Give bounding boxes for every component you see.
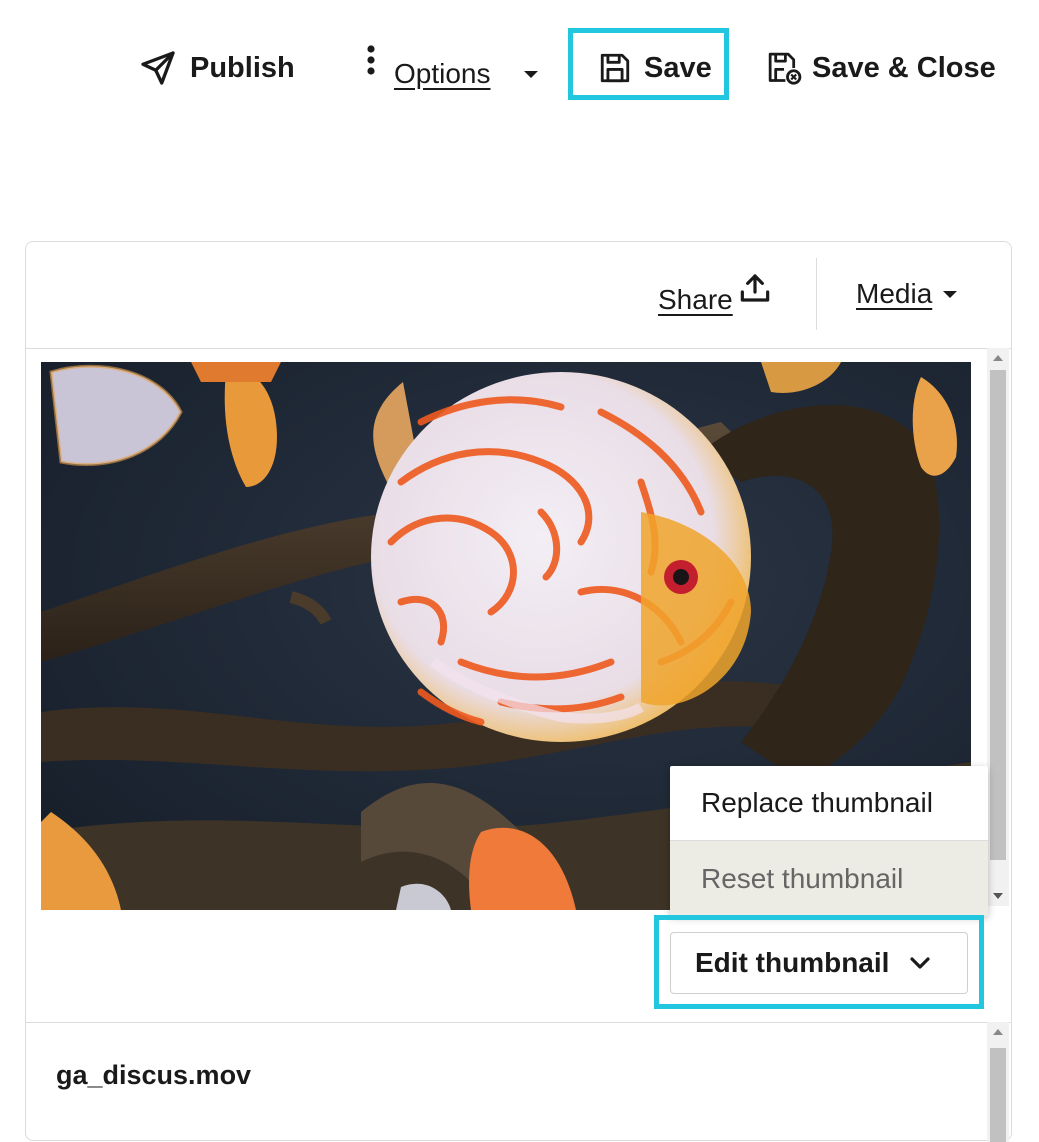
publish-label: Publish <box>190 51 295 84</box>
upload-icon <box>739 272 771 304</box>
save-icon <box>598 51 632 85</box>
editor-toolbar: Publish Options Save Save & Close <box>0 0 1039 130</box>
media-panel-header: Share Media <box>26 242 1011 349</box>
media-label: Media <box>856 278 933 309</box>
save-label: Save <box>644 51 712 84</box>
edit-thumbnail-label: Edit thumbnail <box>695 947 890 978</box>
file-name: ga_discus.mov <box>56 1060 252 1090</box>
options-label: Options <box>394 58 491 89</box>
caret-down-icon <box>942 290 958 300</box>
scrollbar-thumb[interactable] <box>990 1048 1006 1142</box>
media-panel: Share Media Replace thumbnail Reset thum… <box>25 241 1012 1142</box>
chevron-down-icon <box>909 956 931 970</box>
scroll-down-icon[interactable] <box>992 892 1004 900</box>
file-scrollbar[interactable] <box>987 1022 1009 1142</box>
save-close-icon <box>766 50 802 86</box>
send-icon <box>140 50 176 86</box>
header-divider <box>816 258 817 330</box>
save-button[interactable]: Save <box>598 48 712 88</box>
share-link[interactable]: Share <box>658 272 771 316</box>
thumbnail-scrollbar[interactable] <box>987 348 1009 906</box>
file-separator <box>26 1022 1011 1023</box>
save-close-label: Save & Close <box>812 51 996 84</box>
save-close-button[interactable]: Save & Close <box>766 48 996 88</box>
thumbnail-menu: Replace thumbnail Reset thumbnail <box>670 766 988 916</box>
more-vertical-icon <box>360 44 382 84</box>
edit-thumbnail-button[interactable]: Edit thumbnail <box>670 932 968 994</box>
scroll-up-icon[interactable] <box>992 1028 1004 1036</box>
scrollbar-thumb[interactable] <box>990 370 1006 860</box>
scroll-up-icon[interactable] <box>992 354 1004 362</box>
replace-thumbnail-item[interactable]: Replace thumbnail <box>670 766 988 841</box>
media-dropdown[interactable]: Media <box>856 278 958 310</box>
reset-thumbnail-item: Reset thumbnail <box>670 841 988 916</box>
publish-button[interactable]: Publish <box>140 48 295 88</box>
caret-down-icon <box>523 70 539 80</box>
share-label: Share <box>658 284 733 315</box>
